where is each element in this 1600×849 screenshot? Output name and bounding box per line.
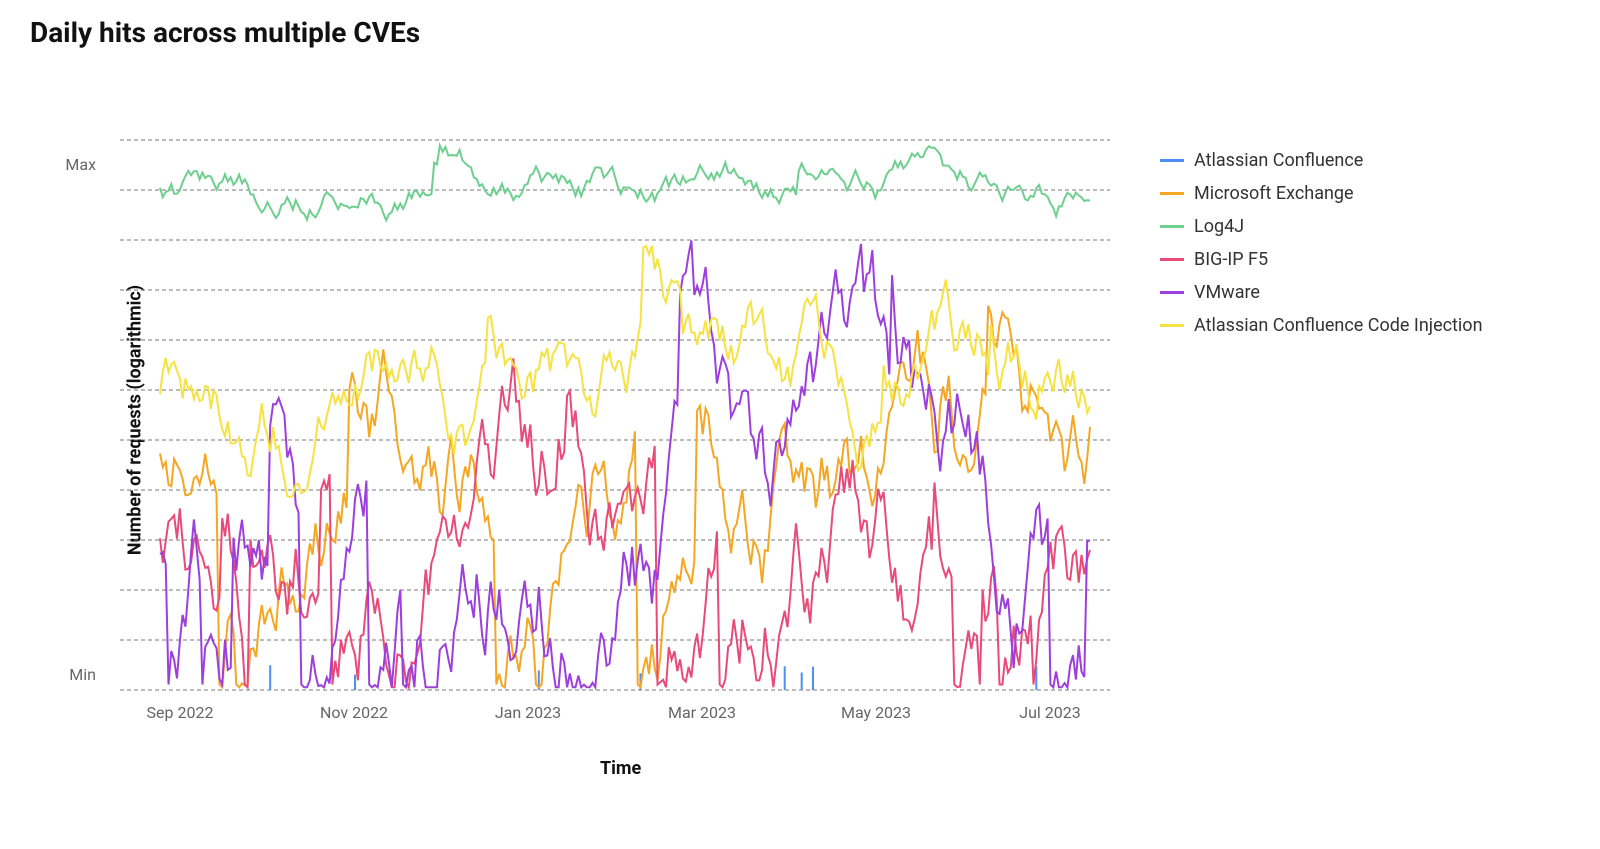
series-line: [160, 246, 1090, 497]
legend-item: VMware: [1160, 282, 1483, 303]
series-line: [270, 665, 1036, 690]
legend: Atlassian Confluence Microsoft Exchange Lo…: [1160, 150, 1483, 348]
legend-label: VMware: [1194, 282, 1260, 303]
legend-item: Atlassian Confluence Code Injection: [1160, 315, 1483, 336]
y-tick-label: Max: [65, 155, 96, 174]
x-tick-label: Mar 2023: [668, 703, 736, 722]
legend-swatch: [1160, 291, 1184, 294]
y-tick-label: Min: [69, 665, 96, 684]
legend-item: Atlassian Confluence: [1160, 150, 1483, 171]
legend-swatch: [1160, 258, 1184, 261]
x-axis-label: Time: [600, 758, 641, 779]
legend-swatch: [1160, 192, 1184, 195]
legend-label: Atlassian Confluence Code Injection: [1194, 315, 1483, 336]
x-tick-label: Sep 2022: [147, 703, 214, 722]
legend-label: Log4J: [1194, 216, 1244, 237]
legend-label: Microsoft Exchange: [1194, 183, 1354, 204]
legend-label: Atlassian Confluence: [1194, 150, 1363, 171]
legend-item: BIG-IP F5: [1160, 249, 1483, 270]
legend-item: Microsoft Exchange: [1160, 183, 1483, 204]
x-tick-label: Jul 2023: [1019, 703, 1080, 722]
legend-swatch: [1160, 225, 1184, 228]
chart-title: Daily hits across multiple CVEs: [30, 16, 420, 49]
series-line: [160, 241, 1090, 688]
legend-item: Log4J: [1160, 216, 1483, 237]
line-chart: Max Min Sep 2022 Nov 2022 Jan 2023 Mar 2023 M…: [60, 120, 1140, 740]
legend-swatch: [1160, 324, 1184, 327]
legend-swatch: [1160, 159, 1184, 162]
x-tick-label: May 2023: [841, 703, 911, 722]
x-tick-label: Jan 2023: [495, 703, 561, 722]
legend-label: BIG-IP F5: [1194, 249, 1268, 270]
series-line: [160, 146, 1090, 221]
x-tick-label: Nov 2022: [320, 703, 388, 722]
